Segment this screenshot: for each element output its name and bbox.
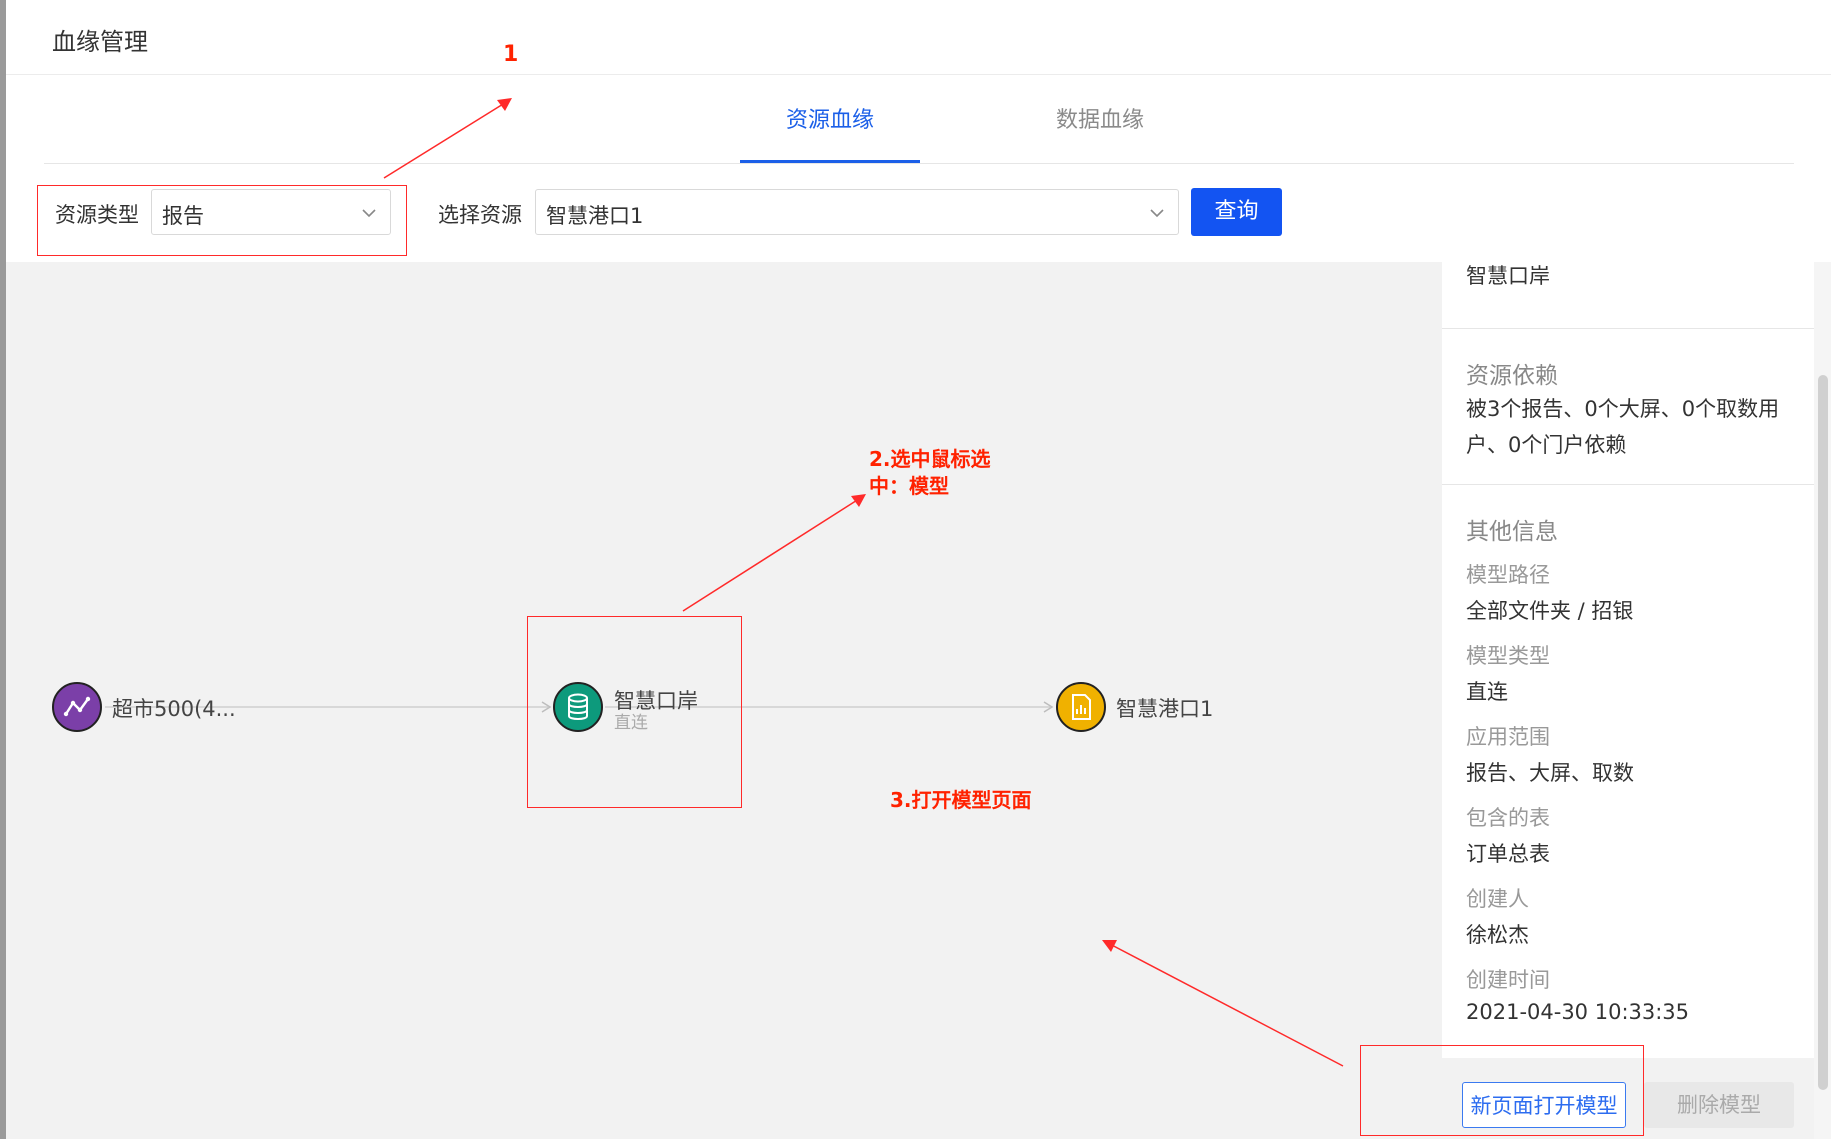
- annotation-1: 1: [503, 42, 519, 67]
- annotation-2-line-2: 中：模型: [869, 474, 949, 498]
- annotation-3: 3.打开模型页面: [890, 788, 1032, 812]
- annotation-arrow-1: [383, 100, 509, 179]
- annotation-arrow-3: [1105, 941, 1344, 1067]
- annotation-arrow-2: [682, 496, 863, 612]
- annotation-arrows: [383, 98, 1344, 1067]
- annotation-2-line-1: 2.选中鼠标选: [869, 447, 991, 471]
